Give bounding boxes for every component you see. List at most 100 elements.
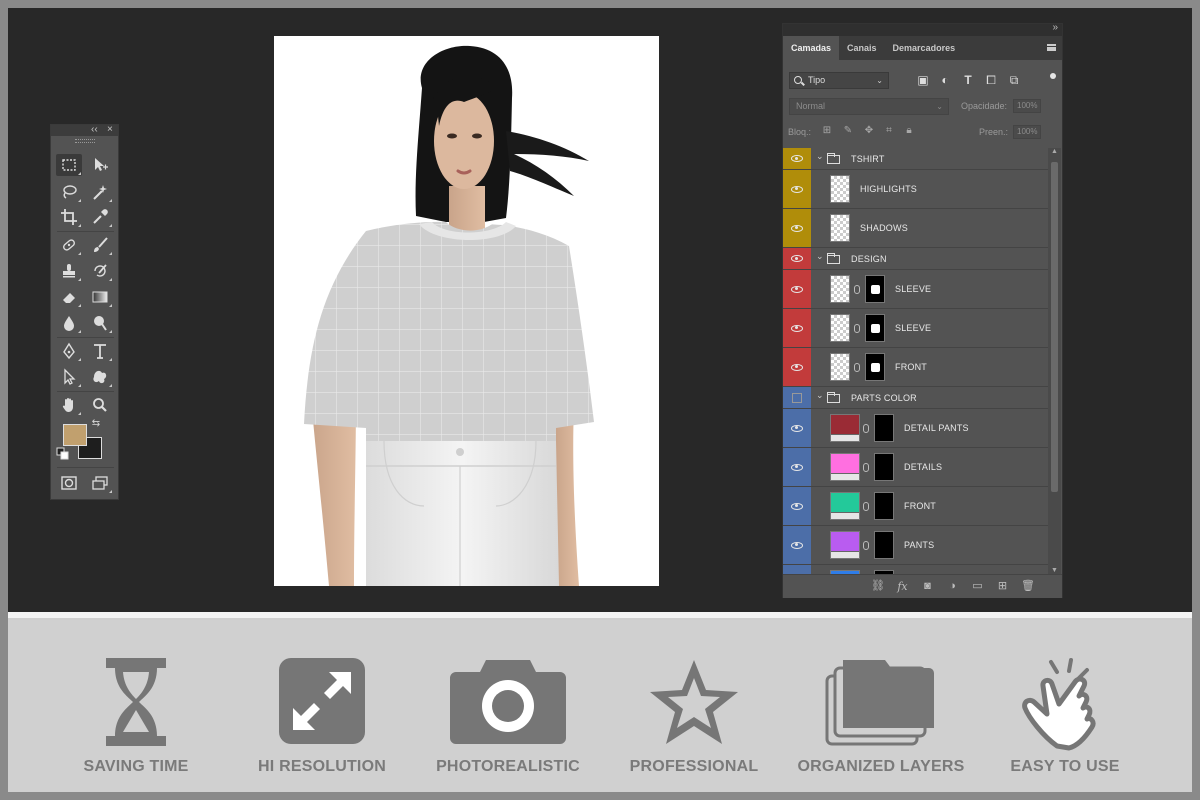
visibility-toggle[interactable]: [783, 526, 811, 564]
lock-image-icon[interactable]: ✎: [842, 125, 854, 137]
eraser-tool-icon[interactable]: [56, 286, 82, 308]
type-tool-icon[interactable]: [87, 340, 113, 362]
collapse-icon[interactable]: ‹‹: [91, 123, 98, 137]
delete-layer-trash-icon[interactable]: 🗑︎: [1021, 580, 1035, 593]
healing-brush-icon[interactable]: [56, 234, 82, 256]
layer-row[interactable]: SLEEVE: [783, 270, 1048, 309]
filter-toggle[interactable]: [1050, 73, 1056, 79]
brush-tool-icon[interactable]: [87, 234, 113, 256]
layers-scrollbar[interactable]: ▲ ▼: [1048, 148, 1061, 574]
filter-smart-object-icon[interactable]: ⧉: [1007, 73, 1021, 87]
stamp-tool-icon[interactable]: [56, 260, 82, 282]
canvas-document[interactable]: [274, 36, 659, 586]
filter-pixel-icon[interactable]: ▣: [916, 73, 930, 87]
move-tool-icon[interactable]: [87, 154, 113, 176]
opacity-input[interactable]: 100%: [1013, 99, 1041, 113]
visibility-toggle[interactable]: [783, 348, 811, 386]
lock-transparent-icon[interactable]: ⊞: [821, 125, 833, 137]
mask-link-icon[interactable]: [854, 363, 860, 372]
layer-style-fx-icon[interactable]: fx: [896, 580, 909, 593]
mask-link-icon[interactable]: [863, 541, 869, 550]
close-icon[interactable]: ×: [107, 123, 113, 137]
visibility-toggle[interactable]: [783, 148, 811, 169]
layer-row[interactable]: SHADOWS: [783, 209, 1048, 248]
layer-mask-thumbnail[interactable]: [865, 353, 885, 381]
history-brush-icon[interactable]: [87, 260, 113, 282]
gradient-tool-icon[interactable]: [87, 286, 113, 308]
filter-shape-icon[interactable]: ⧠: [984, 73, 998, 87]
layer-mask-thumbnail[interactable]: [865, 314, 885, 342]
fill-input[interactable]: 100%: [1013, 125, 1041, 139]
zoom-tool-icon[interactable]: [87, 394, 113, 416]
chevron-down-icon[interactable]: ⌄: [816, 151, 824, 162]
layer-mask-thumbnail[interactable]: [874, 414, 894, 442]
lock-artboard-icon[interactable]: ⌗: [883, 125, 895, 137]
tab-layers[interactable]: Camadas: [783, 36, 840, 60]
scroll-down-icon[interactable]: ▼: [1051, 567, 1058, 574]
fill-color-thumbnail[interactable]: [830, 414, 860, 442]
toolbox-header[interactable]: ‹‹ ×: [51, 123, 118, 137]
tab-channels[interactable]: Canais: [839, 36, 885, 60]
adjustment-layer-icon[interactable]: ◑: [946, 580, 959, 593]
collapse-panel-icon[interactable]: »: [1052, 22, 1058, 33]
layer-row[interactable]: HIGHLIGHTS: [783, 170, 1048, 209]
link-layers-icon[interactable]: ⛓︎: [871, 580, 885, 593]
mask-link-icon[interactable]: [854, 285, 860, 294]
layer-row[interactable]: DETAIL PANTS: [783, 409, 1048, 448]
scroll-up-icon[interactable]: ▲: [1051, 148, 1058, 155]
smart-object-thumbnail[interactable]: [830, 275, 850, 303]
blur-tool-icon[interactable]: [56, 312, 82, 334]
visibility-toggle[interactable]: [783, 309, 811, 347]
magic-wand-icon[interactable]: [87, 181, 113, 203]
layer-mask-thumbnail[interactable]: [874, 531, 894, 559]
visibility-toggle[interactable]: [783, 565, 811, 574]
crop-tool-icon[interactable]: [56, 206, 82, 228]
layer-thumbnail[interactable]: [830, 175, 850, 203]
chevron-down-icon[interactable]: ⌄: [816, 390, 824, 401]
foreground-color-swatch[interactable]: [63, 424, 87, 446]
visibility-toggle[interactable]: [783, 387, 811, 408]
lock-position-icon[interactable]: ✥: [863, 125, 875, 137]
layer-thumbnail[interactable]: [830, 214, 850, 242]
fill-color-thumbnail[interactable]: [830, 453, 860, 481]
mask-link-icon[interactable]: [863, 502, 869, 511]
default-colors-icon[interactable]: [56, 447, 70, 461]
blend-mode-select[interactable]: Normal ⌄: [789, 98, 949, 115]
layer-row[interactable]: [783, 565, 1048, 574]
tab-paths[interactable]: Demarcadores: [885, 36, 964, 60]
panel-titlebar[interactable]: »: [783, 22, 1062, 36]
marquee-tool-icon[interactable]: [56, 154, 82, 176]
chevron-down-icon[interactable]: ⌄: [816, 251, 824, 262]
mask-link-icon[interactable]: [854, 324, 860, 333]
layer-group-row[interactable]: ⌄ DESIGN: [783, 248, 1048, 270]
fill-color-thumbnail[interactable]: [830, 531, 860, 559]
pen-tool-icon[interactable]: [56, 340, 82, 362]
smart-object-thumbnail[interactable]: [830, 314, 850, 342]
add-mask-icon[interactable]: ◙: [921, 580, 934, 593]
scroll-thumb[interactable]: [1051, 162, 1058, 492]
filter-adjustment-icon[interactable]: ◐: [938, 73, 952, 87]
dodge-tool-icon[interactable]: [87, 312, 113, 334]
layer-mask-thumbnail[interactable]: [874, 492, 894, 520]
layer-group-row[interactable]: ⌄ PARTS COLOR: [783, 387, 1048, 409]
custom-shape-icon[interactable]: [87, 366, 113, 388]
layer-row[interactable]: SLEEVE: [783, 309, 1048, 348]
visibility-toggle[interactable]: [783, 487, 811, 525]
mask-link-icon[interactable]: [863, 424, 869, 433]
path-selection-icon[interactable]: [56, 366, 82, 388]
layer-filter-select[interactable]: Tipo ⌄: [789, 72, 889, 89]
layer-row[interactable]: DETAILS: [783, 448, 1048, 487]
visibility-toggle[interactable]: [783, 170, 811, 208]
eyedropper-icon[interactable]: [87, 206, 113, 228]
swap-colors-icon[interactable]: ⇆: [89, 417, 103, 431]
layer-mask-thumbnail[interactable]: [865, 275, 885, 303]
screen-mode-icon[interactable]: [87, 472, 113, 494]
lasso-tool-icon[interactable]: [56, 181, 82, 203]
layer-group-row[interactable]: ⌄ TSHIRT: [783, 148, 1048, 170]
filter-type-icon[interactable]: T: [961, 73, 975, 87]
lock-all-icon[interactable]: 🔒︎: [903, 125, 915, 137]
visibility-toggle[interactable]: [783, 409, 811, 447]
visibility-toggle[interactable]: [783, 270, 811, 308]
visibility-toggle[interactable]: [783, 248, 811, 269]
layer-row[interactable]: FRONT: [783, 487, 1048, 526]
